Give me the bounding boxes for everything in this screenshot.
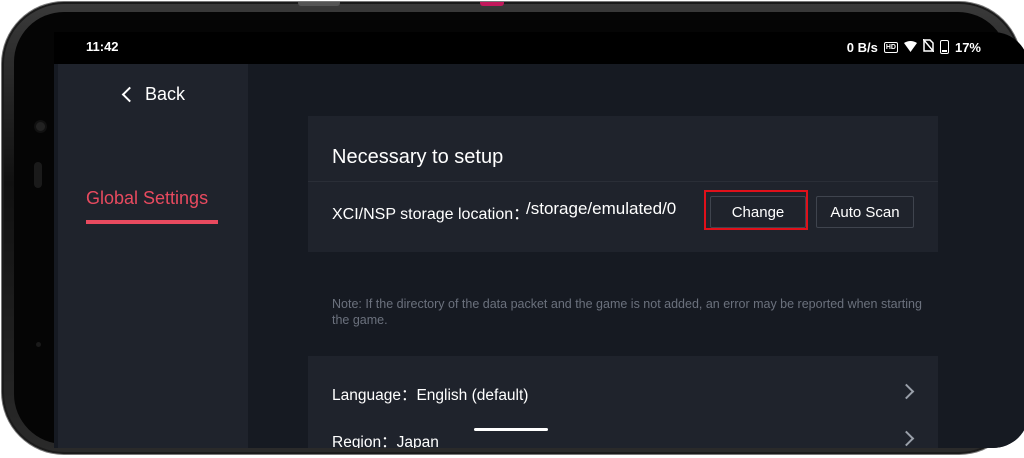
hd-icon: HD bbox=[883, 41, 898, 53]
wifi-icon bbox=[903, 40, 917, 55]
change-button[interactable]: Change bbox=[710, 196, 806, 228]
chevron-left-icon bbox=[121, 86, 138, 103]
sensor-slot bbox=[34, 162, 42, 188]
power-button bbox=[480, 2, 504, 6]
screen: 11:42 0 B/s HD 17% Back Global Settings … bbox=[54, 32, 1024, 448]
region-setting-label: Region：Japan bbox=[332, 434, 439, 448]
sensor-dot bbox=[36, 342, 41, 347]
storage-location-label: XCI/NSP storage location： bbox=[332, 206, 530, 223]
setup-title: Necessary to setup bbox=[332, 146, 504, 168]
chevron-right-icon bbox=[898, 383, 915, 400]
device-bezel: 11:42 0 B/s HD 17% Back Global Settings … bbox=[14, 12, 1024, 448]
home-indicator[interactable] bbox=[474, 428, 548, 431]
back-label: Back bbox=[145, 84, 186, 104]
net-speed: 0 B/s bbox=[846, 39, 878, 55]
front-camera-icon bbox=[36, 122, 45, 131]
setup-note: Note: If the directory of the data packe… bbox=[332, 297, 922, 327]
battery-icon bbox=[939, 40, 949, 54]
status-icons: 0 B/s HD 17% bbox=[846, 38, 981, 55]
chevron-right-icon bbox=[898, 430, 915, 447]
volume-button bbox=[298, 2, 340, 6]
device-frame: 11:42 0 B/s HD 17% Back Global Settings … bbox=[2, 2, 1024, 454]
divider bbox=[308, 181, 938, 182]
no-sim-icon bbox=[922, 38, 935, 55]
back-button[interactable]: Back bbox=[120, 84, 185, 105]
region-setting-row[interactable]: Region：Japan bbox=[308, 403, 938, 448]
sidebar: Back Global Settings bbox=[58, 64, 248, 448]
language-setting-label: Language：English (default) bbox=[332, 387, 529, 404]
battery-percent: 17% bbox=[954, 39, 981, 55]
storage-location-value: /storage/emulated/0 bbox=[526, 199, 677, 218]
sidebar-item-global-settings[interactable]: Global Settings bbox=[86, 188, 208, 209]
setup-card: Necessary to setup XCI/NSP storage locat… bbox=[308, 116, 938, 252]
status-bar: 11:42 0 B/s HD 17% bbox=[54, 32, 1024, 64]
main-content: Necessary to setup XCI/NSP storage locat… bbox=[248, 64, 1024, 448]
auto-scan-button[interactable]: Auto Scan bbox=[816, 196, 914, 228]
language-setting-row[interactable]: Language：English (default) bbox=[308, 356, 938, 404]
active-tab-indicator bbox=[86, 220, 218, 224]
settings-card: Language：English (default) Region：Japan bbox=[308, 356, 938, 448]
status-time: 11:42 bbox=[86, 39, 119, 54]
